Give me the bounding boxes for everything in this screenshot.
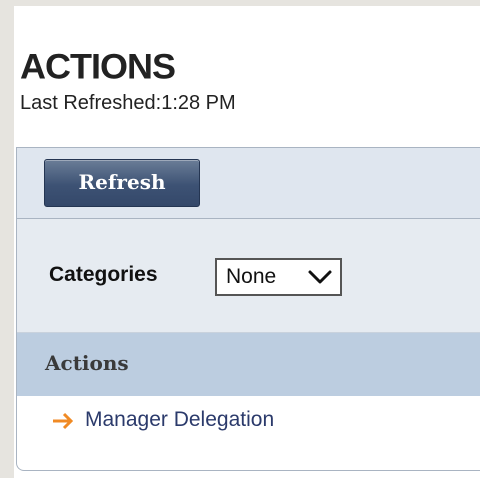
toolbar: Refresh bbox=[17, 148, 480, 219]
actions-panel: Refresh Categories None Actions Manager … bbox=[16, 147, 480, 471]
categories-label: Categories bbox=[49, 263, 158, 286]
page: ACTIONS Last Refreshed:1:28 PM Refresh C… bbox=[14, 6, 480, 478]
last-refreshed-text: Last Refreshed:1:28 PM bbox=[20, 92, 236, 114]
chevron-down-icon bbox=[308, 270, 332, 284]
filter-bar: Categories None bbox=[17, 219, 480, 333]
arrow-right-icon bbox=[53, 412, 74, 430]
actions-section-header: Actions bbox=[17, 333, 480, 396]
list-item[interactable]: Manager Delegation bbox=[17, 396, 480, 446]
refresh-button[interactable]: Refresh bbox=[44, 159, 200, 207]
header: ACTIONS Last Refreshed:1:28 PM bbox=[20, 47, 236, 115]
manager-delegation-link[interactable]: Manager Delegation bbox=[85, 408, 274, 432]
categories-select[interactable]: None bbox=[215, 258, 342, 296]
section-title: Actions bbox=[45, 351, 129, 375]
page-title: ACTIONS bbox=[20, 46, 176, 87]
categories-select-value: None bbox=[226, 265, 277, 288]
